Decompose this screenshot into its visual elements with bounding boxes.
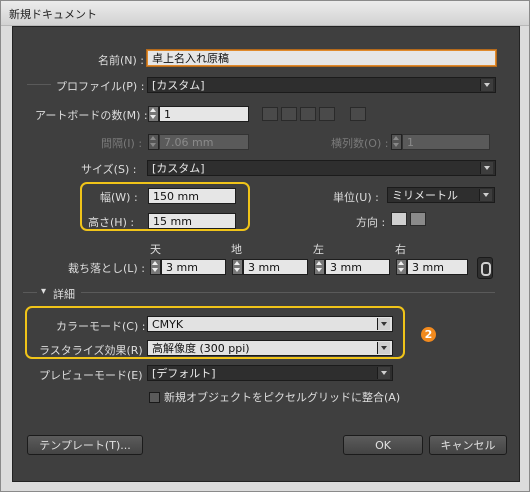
spacing-input[interactable]: 7.06 mm (159, 134, 249, 150)
landscape-icon[interactable] (410, 212, 426, 226)
advanced-toggle-icon[interactable]: ▾ (41, 286, 46, 297)
size-value: [カスタム] (152, 162, 205, 175)
title-bar: 新規ドキュメント (1, 1, 529, 26)
bleed-right-label: 右 (395, 243, 406, 256)
chevron-down-icon (480, 79, 493, 91)
ok-button[interactable]: OK (343, 435, 423, 455)
dialog-window: 新規ドキュメント 名前(N) : 卓上名入れ原稿 プロファイル(P) : [カス… (0, 0, 530, 492)
profile-label: プロファイル(P) : (56, 80, 145, 93)
grid-by-row-icon[interactable] (262, 107, 278, 121)
columns-label: 横列数(O) : (331, 137, 389, 150)
link-icon[interactable] (477, 257, 493, 279)
advanced-label[interactable]: 詳細 (53, 286, 75, 302)
name-label: 名前(N) : (98, 54, 145, 67)
grid-by-column-icon[interactable] (281, 107, 297, 121)
bleed-top-label: 天 (150, 243, 161, 256)
width-input[interactable]: 150 mm (148, 188, 236, 204)
arrange-by-row-icon[interactable] (300, 107, 316, 121)
arrange-by-column-icon[interactable] (319, 107, 335, 121)
templates-button[interactable]: テンプレート(T)... (27, 435, 143, 455)
width-label: 幅(W) : (100, 191, 138, 204)
bleed-left-stepper[interactable] (314, 259, 325, 275)
units-label: 単位(U) : (333, 191, 379, 204)
window-title: 新規ドキュメント (9, 8, 97, 21)
annotation-badge: 2 (421, 327, 436, 342)
units-dropdown[interactable]: ミリメートル (387, 187, 495, 203)
profile-value: [カスタム] (152, 79, 205, 92)
bleed-left-input[interactable]: 3 mm (325, 259, 390, 275)
artboard-count-input[interactable]: 1 (159, 106, 249, 122)
raster-effects-value: 高解像度 (300 ppi) (152, 342, 250, 355)
cancel-button[interactable]: キャンセル (429, 435, 507, 455)
preview-mode-dropdown[interactable]: [デフォルト] (147, 365, 393, 381)
preview-mode-value: [デフォルト] (152, 367, 216, 380)
units-value: ミリメートル (392, 189, 458, 202)
pixel-grid-label: 新規オブジェクトをピクセルグリッドに整合(A) (164, 391, 401, 404)
columns-stepper[interactable] (391, 134, 402, 150)
chevron-down-icon (480, 162, 493, 174)
bleed-bottom-stepper[interactable] (232, 259, 243, 275)
bleed-bottom-label: 地 (231, 243, 242, 256)
orientation-label: 方向 : (356, 216, 386, 229)
color-mode-dropdown[interactable]: CMYK (147, 316, 393, 332)
chevron-down-icon (377, 367, 390, 379)
height-input[interactable]: 15 mm (148, 213, 236, 229)
pixel-grid-checkbox[interactable] (149, 392, 160, 403)
profile-dropdown[interactable]: [カスタム] (147, 77, 496, 93)
chevron-down-icon (377, 342, 390, 354)
artboard-count-label: アートボードの数(M) : (35, 109, 148, 122)
preview-mode-label: プレビューモード(E) : (39, 369, 150, 382)
chevron-down-icon (377, 318, 390, 330)
dialog-content: 名前(N) : 卓上名入れ原稿 プロファイル(P) : [カスタム] アートボー… (12, 26, 520, 482)
columns-input[interactable]: 1 (402, 134, 490, 150)
artboard-count-stepper[interactable] (148, 106, 159, 122)
advanced-separator-left (23, 292, 37, 293)
bleed-right-stepper[interactable] (396, 259, 407, 275)
size-label: サイズ(S) : (81, 163, 137, 176)
color-mode-label: カラーモード(C) : (56, 320, 146, 333)
size-dropdown[interactable]: [カスタム] (147, 160, 496, 176)
spacing-label: 間隔(I) : (101, 137, 143, 150)
bleed-label: 裁ち落とし(L) : (68, 262, 145, 275)
raster-effects-label: ラスタライズ効果(R) : (39, 344, 150, 357)
profile-separator-left (27, 84, 51, 85)
color-mode-value: CMYK (152, 318, 184, 331)
right-to-left-icon[interactable] (350, 107, 366, 121)
raster-effects-dropdown[interactable]: 高解像度 (300 ppi) (147, 340, 393, 356)
portrait-icon[interactable] (391, 212, 407, 226)
bleed-bottom-input[interactable]: 3 mm (243, 259, 308, 275)
spacing-stepper[interactable] (148, 134, 159, 150)
height-label: 高さ(H) : (88, 216, 135, 229)
bleed-left-label: 左 (313, 243, 324, 256)
name-input[interactable]: 卓上名入れ原稿 (147, 50, 496, 66)
chevron-down-icon (479, 189, 492, 201)
bleed-top-input[interactable]: 3 mm (161, 259, 226, 275)
bleed-top-stepper[interactable] (150, 259, 161, 275)
advanced-separator-right (81, 292, 495, 293)
bleed-right-input[interactable]: 3 mm (407, 259, 468, 275)
